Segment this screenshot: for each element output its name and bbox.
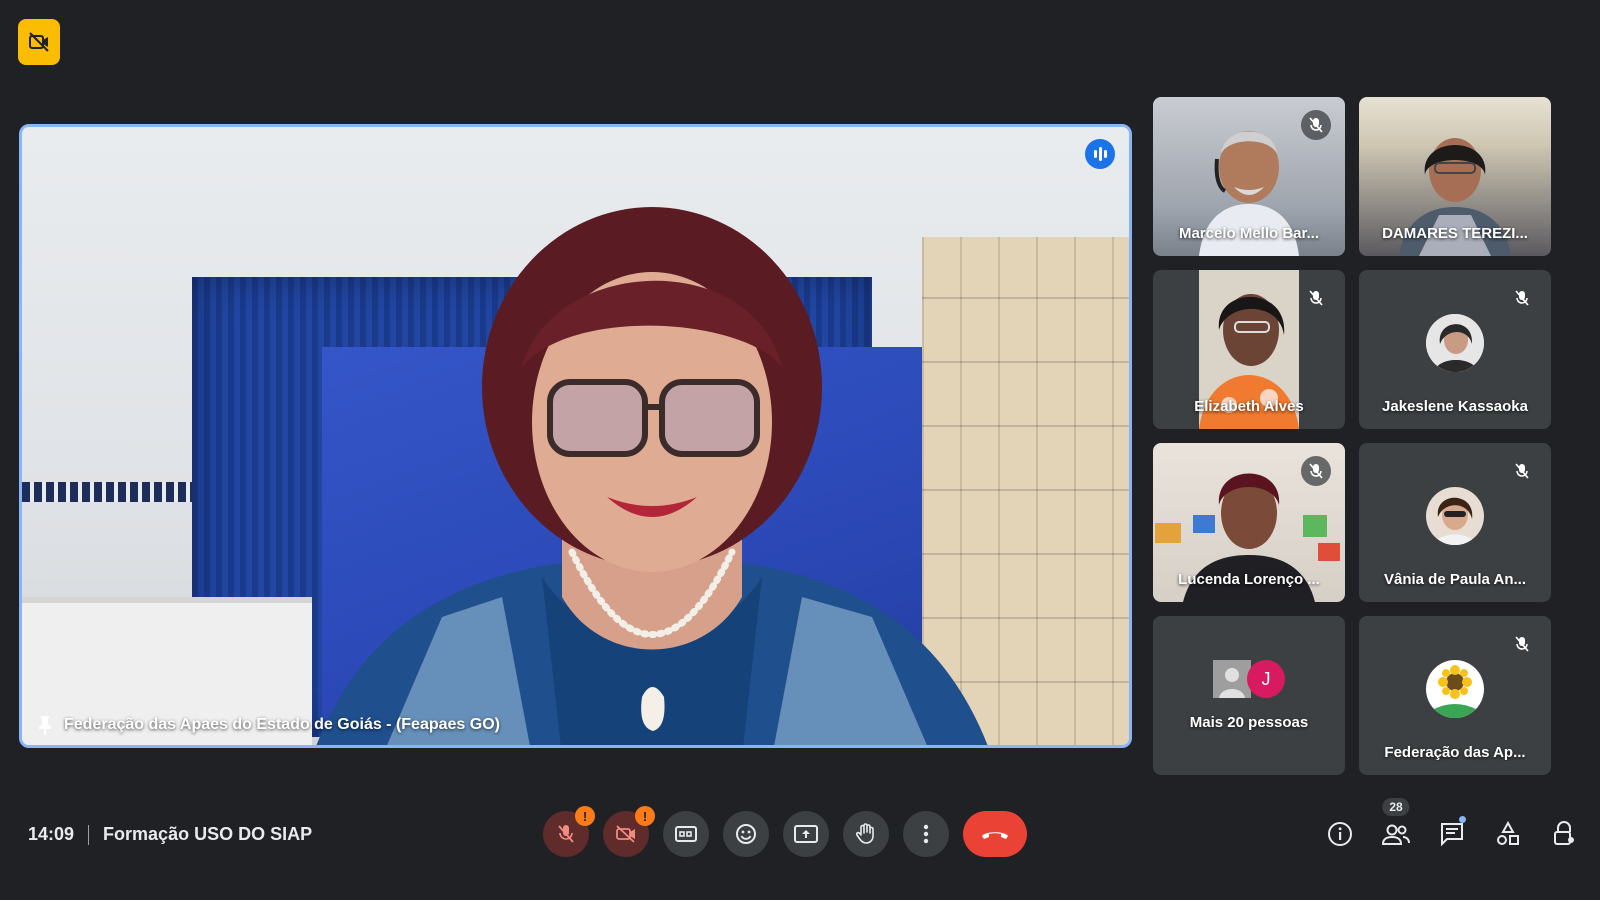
participant-tile[interactable]: Lucenda Lorenço ... — [1153, 443, 1345, 602]
participant-tile[interactable]: Elizabeth Alves — [1153, 270, 1345, 429]
participant-tile[interactable]: Federação das Ap... — [1359, 616, 1551, 775]
more-options-button[interactable] — [903, 811, 949, 857]
closed-captions-icon — [675, 826, 697, 842]
camera-warning-badge: ! — [635, 806, 655, 826]
participant-name: Federação das Ap... — [1384, 744, 1526, 761]
people-button[interactable]: 28 — [1380, 798, 1412, 850]
participant-name: Jakeslene Kassaoka — [1382, 398, 1528, 415]
participant-name: DAMARES TEREZI... — [1382, 225, 1528, 242]
activities-icon — [1497, 821, 1519, 845]
participant-name: Vânia de Paula An... — [1384, 571, 1526, 588]
participant-avatar — [1426, 486, 1484, 545]
info-icon — [1328, 822, 1352, 846]
muted-mic-icon — [1507, 629, 1537, 659]
camera-off-icon — [29, 32, 49, 52]
participant-avatar — [1426, 659, 1484, 718]
meeting-time: 14:09 — [28, 824, 75, 844]
lock-person-icon — [1554, 821, 1574, 845]
speaker-figure — [316, 207, 988, 745]
participant-name: Lucenda Lorenço ... — [1178, 571, 1320, 588]
captions-button[interactable] — [663, 811, 709, 857]
avatar-letter: J — [1261, 668, 1271, 689]
more-participants-label: Mais 20 pessoas — [1189, 714, 1309, 731]
participant-tile[interactable]: DAMARES TEREZI... — [1359, 97, 1551, 256]
meeting-info: 14:09 Formação USO DO SIAP — [28, 824, 312, 845]
raise-hand-button[interactable] — [843, 811, 889, 857]
main-speaker-tile[interactable]: Federação das Apaes do Estado de Goiás -… — [19, 124, 1132, 748]
participant-avatar: J — [1247, 660, 1285, 698]
people-icon — [1381, 824, 1410, 845]
leave-call-button[interactable] — [963, 811, 1027, 857]
meeting-title: Formação USO DO SIAP — [103, 824, 313, 844]
camera-toggle-button[interactable]: ! — [603, 806, 655, 857]
meeting-details-button[interactable] — [1324, 818, 1356, 850]
divider — [88, 824, 90, 845]
present-screen-icon — [794, 825, 818, 843]
muted-mic-icon — [1301, 283, 1331, 313]
participant-tile[interactable]: Jakeslene Kassaoka — [1359, 270, 1551, 429]
unread-dot — [1459, 816, 1466, 823]
reactions-button[interactable] — [723, 811, 769, 857]
participant-name: Marcelo Mello Bar... — [1178, 225, 1320, 242]
muted-mic-icon — [1507, 283, 1537, 313]
muted-mic-icon — [1301, 456, 1331, 486]
participant-avatar — [1213, 660, 1251, 698]
activities-button[interactable] — [1492, 818, 1524, 850]
muted-mic-icon — [1301, 110, 1331, 140]
recording-indicator-badge[interactable] — [18, 19, 60, 65]
microphone-toggle-button[interactable]: ! — [543, 806, 595, 857]
speaker-video — [22, 127, 1129, 745]
host-controls-button[interactable] — [1548, 818, 1580, 850]
camera-off-icon — [616, 825, 635, 843]
mic-warning-badge: ! — [575, 806, 595, 826]
participant-tile[interactable]: Marcelo Mello Bar... — [1153, 97, 1345, 256]
present-screen-button[interactable] — [783, 811, 829, 857]
raise-hand-icon — [856, 823, 874, 844]
chat-icon — [1441, 823, 1463, 847]
emoji-icon — [736, 824, 756, 844]
main-speaker-label: Federação das Apaes do Estado de Goiás -… — [64, 716, 500, 733]
main-speaker-name: Federação das Apaes do Estado de Goiás -… — [36, 715, 500, 735]
pin-icon[interactable] — [36, 715, 54, 735]
muted-mic-icon — [1507, 456, 1537, 486]
more-participants-tile[interactable]: J Mais 20 pessoas — [1153, 616, 1345, 775]
participant-name: Elizabeth Alves — [1194, 398, 1304, 415]
people-count-badge: 28 — [1382, 798, 1410, 816]
side-panel-buttons: 28 — [1324, 798, 1580, 850]
more-participants-avatars: J — [1213, 660, 1285, 698]
call-controls: ! ! — [543, 806, 1027, 857]
speaking-indicator-icon — [1085, 139, 1115, 169]
participant-tile[interactable]: Vânia de Paula An... — [1359, 443, 1551, 602]
hang-up-icon — [982, 832, 1008, 839]
mic-off-icon — [558, 825, 574, 843]
chat-button[interactable] — [1436, 816, 1468, 850]
participant-avatar — [1426, 313, 1484, 372]
more-vert-icon — [923, 824, 929, 844]
